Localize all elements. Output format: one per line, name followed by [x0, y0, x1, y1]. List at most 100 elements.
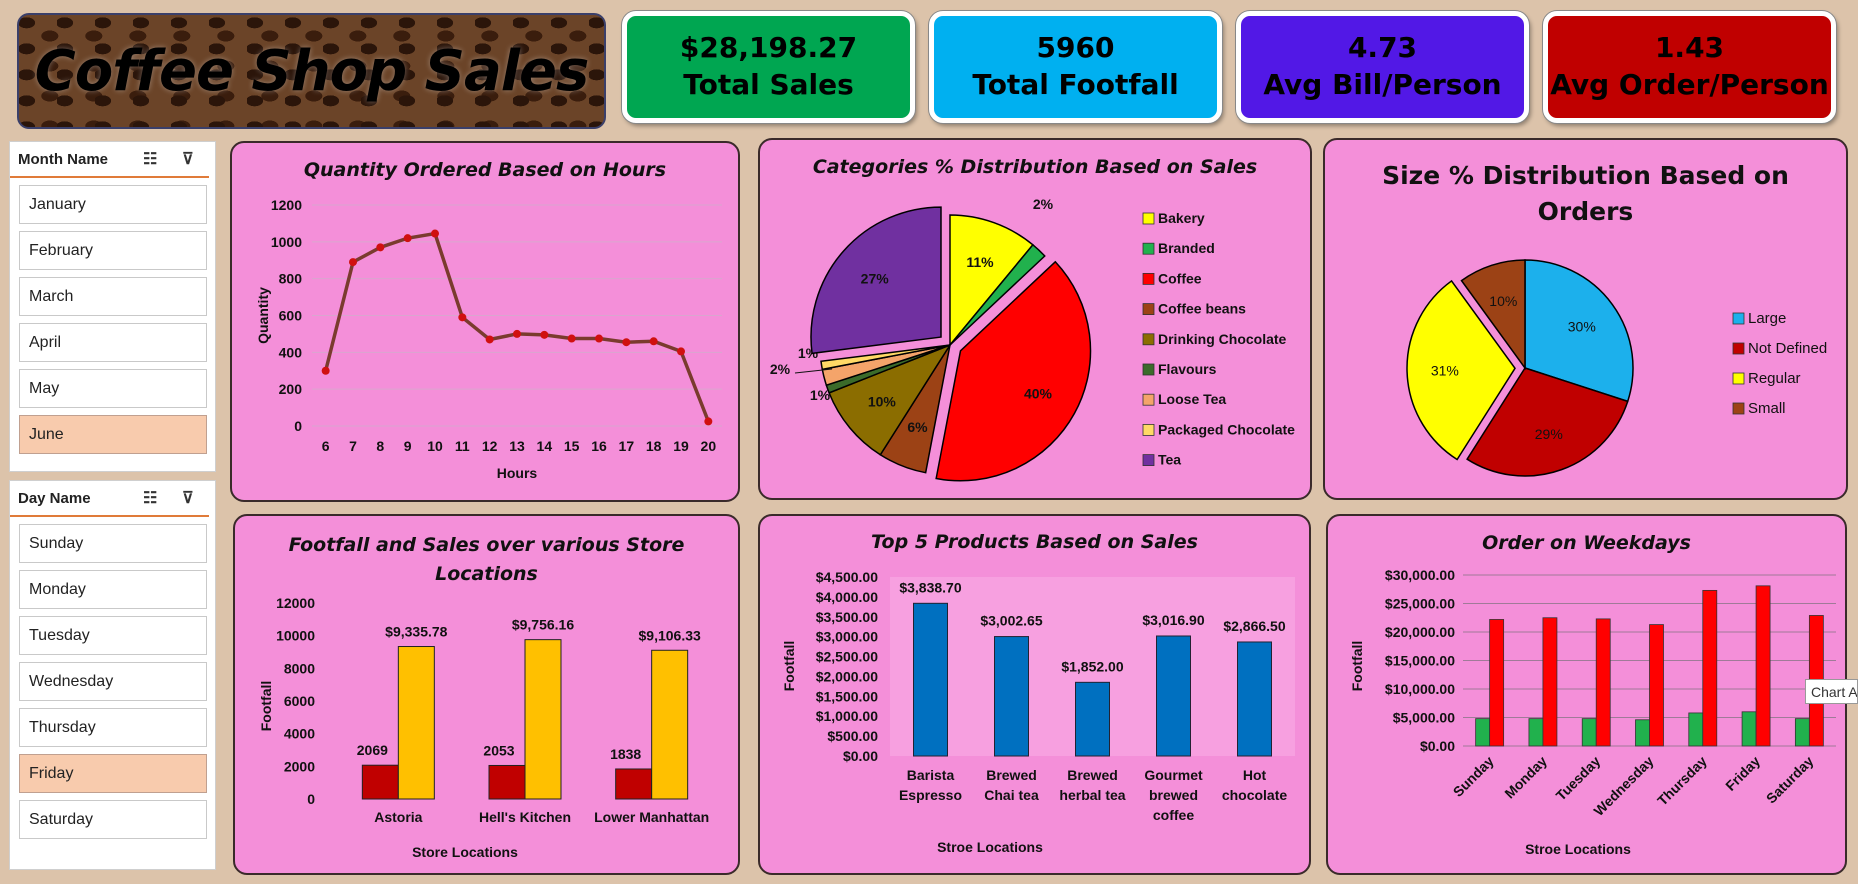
- bar: [1702, 589, 1718, 747]
- x-tick-label: Thursday: [1654, 753, 1710, 809]
- legend-swatch: [1142, 303, 1155, 316]
- x-tick-label: Saturday: [1763, 753, 1817, 807]
- pie-data-label: 30%: [1568, 319, 1596, 335]
- data-point: [485, 335, 494, 344]
- bar: [1156, 635, 1191, 757]
- x-tick-label: Chai tea: [984, 787, 1039, 803]
- bar: [1741, 711, 1757, 747]
- bar-data-label: $2,866.50: [1223, 618, 1285, 634]
- data-point: [349, 258, 357, 267]
- data-point: [540, 330, 549, 339]
- day-item-thursday[interactable]: Thursday: [19, 708, 207, 747]
- data-point: [376, 243, 385, 252]
- bar: [524, 639, 562, 800]
- data-point: [649, 337, 658, 346]
- kpi-label: Avg Order/Person: [1550, 68, 1829, 101]
- day-item-wednesday[interactable]: Wednesday: [19, 662, 207, 701]
- bar-data-label: $3,016.90: [1142, 612, 1204, 628]
- legend-swatch: [1142, 423, 1155, 436]
- x-tick-label: Brewed: [986, 767, 1037, 783]
- x-tick-label: 16: [591, 438, 607, 454]
- bar-data-label: 1838: [610, 746, 641, 762]
- size-pie-chart[interactable]: Size % Distribution Based on Orders 30% 2…: [1323, 138, 1848, 500]
- month-item-may[interactable]: May: [19, 369, 207, 408]
- day-slicer-items: Sunday Monday Tuesday Wednesday Thursday…: [10, 524, 215, 839]
- bar: [615, 768, 653, 800]
- month-slicer-title: Month Name: [18, 150, 108, 168]
- data-point: [595, 334, 603, 343]
- bar: [1075, 681, 1110, 757]
- y-tick-label: $4,000.00: [816, 589, 878, 605]
- month-item-april[interactable]: April: [19, 323, 207, 362]
- month-item-march[interactable]: March: [19, 277, 207, 316]
- data-point: [622, 338, 631, 347]
- clear-filter-icon[interactable]: ⊽: [182, 149, 194, 169]
- legend-entry: Branded: [1158, 240, 1215, 256]
- legend-swatch: [1142, 272, 1155, 285]
- y-tick-label: 600: [279, 308, 303, 324]
- x-tick-label: 8: [376, 438, 384, 454]
- bar: [1595, 618, 1611, 747]
- multi-select-icon[interactable]: ☷: [143, 149, 157, 169]
- kpi-value: 4.73: [1347, 31, 1418, 64]
- dashboard-title: Coffee Shop Sales: [34, 38, 590, 104]
- x-axis-label: Stroe Locations: [937, 839, 1043, 855]
- kpi-total-sales: $28,198.27 Total Sales: [622, 11, 915, 123]
- y-tick-label: $25,000.00: [1385, 596, 1455, 612]
- stores-chart-plot: 0 2000 4000 6000 8000 10000 12000 2069 $9,335.78…: [258, 595, 709, 860]
- bar-data-label: $3,838.70: [899, 579, 961, 595]
- bar-data-label: 2053: [483, 742, 514, 758]
- day-item-friday[interactable]: Friday: [19, 754, 207, 793]
- x-tick-label: Hot: [1243, 767, 1267, 783]
- categories-pie-chart[interactable]: Categories % Distribution Based on Sales…: [758, 138, 1312, 500]
- pie-data-label: 31%: [1431, 363, 1459, 379]
- x-axis-label: Stroe Locations: [1525, 841, 1631, 857]
- y-tick-label: $500.00: [827, 728, 878, 744]
- day-slicer-title: Day Name: [18, 489, 91, 507]
- y-tick-label: 4000: [284, 726, 315, 742]
- pie-data-label: 40%: [1024, 385, 1053, 401]
- month-item-january[interactable]: January: [19, 185, 207, 224]
- x-tick-label: Hell's Kitchen: [479, 809, 571, 825]
- dashboard-title-banner: Coffee Shop Sales: [17, 13, 606, 129]
- pie-data-label: 27%: [861, 271, 890, 287]
- kpi-label: Total Sales: [683, 68, 854, 101]
- clear-filter-icon[interactable]: ⊽: [182, 488, 194, 508]
- month-item-february[interactable]: February: [19, 231, 207, 270]
- y-tick-label: $1,500.00: [816, 688, 878, 704]
- y-tick-label: 1000: [271, 234, 302, 250]
- pie-data-label: 29%: [1535, 426, 1563, 442]
- data-point: [321, 366, 330, 375]
- multi-select-icon[interactable]: ☷: [143, 488, 157, 508]
- day-item-tuesday[interactable]: Tuesday: [19, 616, 207, 655]
- kpi-total-footfall: 5960 Total Footfall: [929, 11, 1222, 123]
- day-item-saturday[interactable]: Saturday: [19, 800, 207, 839]
- products-bar-chart[interactable]: Top 5 Products Based on Sales $0.00 $500.…: [758, 514, 1311, 875]
- hours-line-chart[interactable]: Quantity Ordered Based on Hours 0 200 400 6…: [230, 141, 740, 502]
- legend-entry: Loose Tea: [1158, 391, 1226, 407]
- legend-swatch: [1732, 402, 1745, 415]
- size-chart-plot: 30% 29% 31% 10% Large Not Defined Regular Small: [1406, 259, 1827, 477]
- x-tick-label: Sunday: [1450, 753, 1497, 800]
- x-tick-label: 12: [482, 438, 498, 454]
- legend-swatch: [1142, 393, 1155, 406]
- x-tick-label: 15: [564, 438, 580, 454]
- x-tick-label: Lower Manhattan: [594, 809, 709, 825]
- y-tick-label: $2,500.00: [816, 649, 878, 665]
- data-point: [677, 347, 685, 356]
- day-item-sunday[interactable]: Sunday: [19, 524, 207, 563]
- day-item-monday[interactable]: Monday: [19, 570, 207, 609]
- legend-entry: Coffee: [1158, 270, 1202, 286]
- legend-swatch: [1142, 333, 1155, 346]
- pie-data-label: 2%: [770, 361, 791, 377]
- x-tick-label: 7: [349, 438, 357, 454]
- stores-bar-chart[interactable]: Footfall and Sales over various Store Lo…: [233, 514, 740, 875]
- bar: [651, 649, 689, 800]
- kpi-value: $28,198.27: [679, 31, 858, 64]
- month-item-june[interactable]: June: [19, 415, 207, 454]
- weekdays-bar-chart[interactable]: Order on Weekdays $0.00 $5,000.00 $10,000.…: [1326, 514, 1847, 875]
- x-tick-label: chocolate: [1222, 787, 1288, 803]
- kpi-label: Total Footfall: [972, 68, 1179, 101]
- x-tick-label: 14: [537, 438, 553, 454]
- y-axis-label: Quantity: [255, 287, 271, 344]
